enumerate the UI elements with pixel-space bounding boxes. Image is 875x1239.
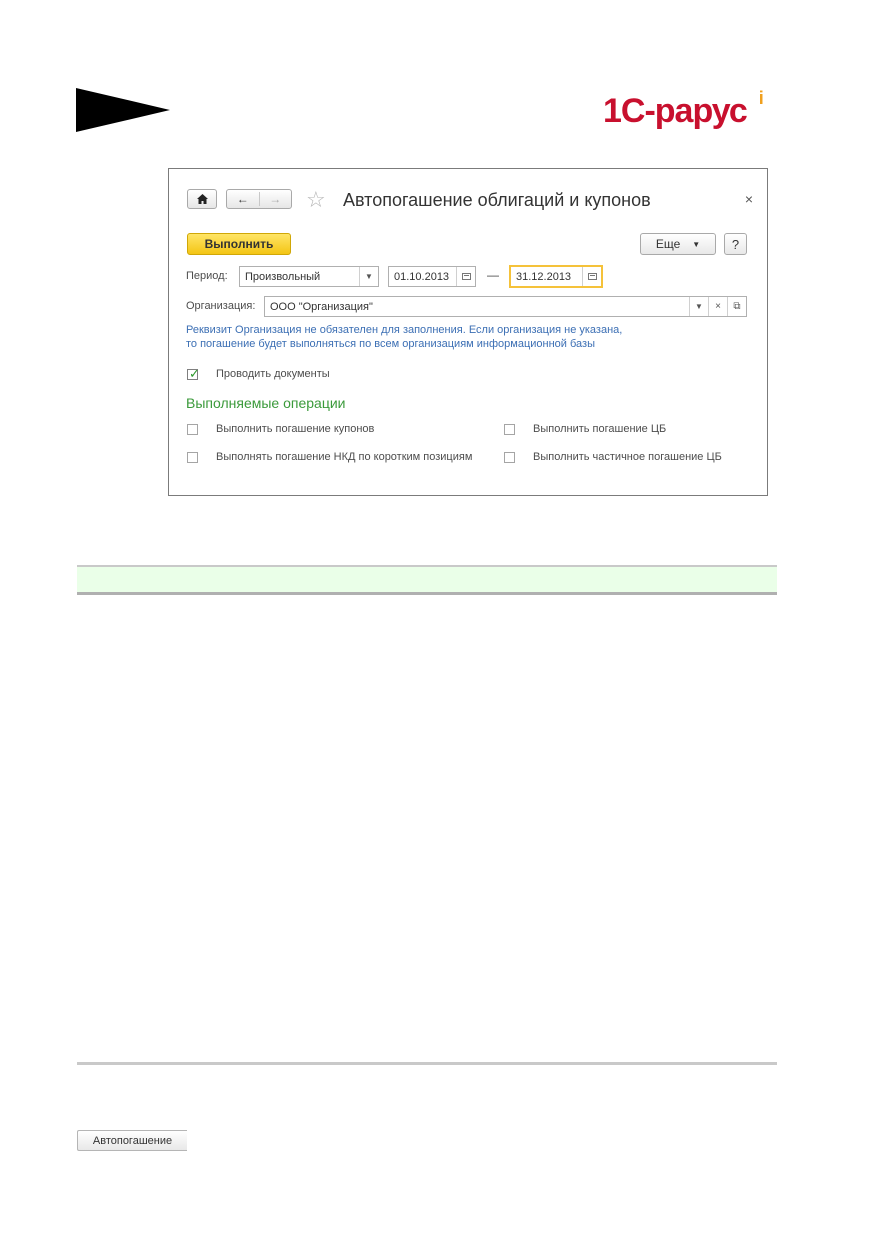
operation-label: Выполнить частичное погашение ЦБ (533, 451, 722, 463)
end-date-value: 31.12.2013 (516, 270, 572, 283)
close-icon[interactable]: × (745, 191, 753, 207)
operations-title: Выполняемые операции (186, 395, 346, 411)
operation-checkbox-coupons[interactable] (187, 424, 198, 435)
calendar-button[interactable] (582, 267, 601, 286)
back-button[interactable]: ← (227, 192, 259, 206)
period-type-select[interactable]: Произвольный ▼ (239, 266, 379, 287)
home-button[interactable] (187, 189, 217, 209)
autoredemption-button[interactable]: Автопогашение (77, 1130, 187, 1151)
logo-mark-icon: i (758, 88, 764, 108)
start-date-field[interactable]: 01.10.2013 (388, 266, 476, 287)
organization-label: Организация: (186, 300, 256, 312)
post-documents-label: Проводить документы (216, 368, 330, 380)
pointer-arrow-icon (76, 88, 170, 132)
operation-label: Выполнить погашение ЦБ (533, 423, 667, 435)
run-button[interactable]: Выполнить (187, 233, 291, 255)
start-date-value: 01.10.2013 (394, 270, 450, 283)
company-logo: 1С-рарус i (603, 88, 764, 130)
open-icon[interactable]: ⧉ (727, 297, 746, 316)
dropdown-arrow-icon[interactable]: ▼ (689, 297, 708, 316)
calendar-button[interactable] (456, 267, 475, 286)
period-label: Период: (186, 270, 228, 282)
chevron-down-icon: ▼ (692, 239, 701, 249)
period-dash: — (487, 268, 499, 282)
checkmark-icon: ✓ (189, 366, 200, 381)
organization-note: Реквизит Организация не обязателен для з… (186, 324, 623, 350)
more-label: Еще (655, 237, 681, 251)
operation-checkbox-partial[interactable] (504, 452, 515, 463)
organization-value: ООО "Организация" (270, 300, 373, 313)
home-icon (196, 194, 208, 204)
window-title: Автопогашение облигаций и купонов (343, 190, 651, 210)
calendar-icon (461, 273, 471, 280)
clear-icon[interactable]: × (708, 297, 727, 316)
operation-checkbox-securities[interactable] (504, 424, 515, 435)
autoredemption-window: ← → ☆ Автопогашение облигаций и купонов … (168, 168, 768, 496)
operation-checkbox-nkd-short[interactable] (187, 452, 198, 463)
operation-label: Выполнить погашение купонов (216, 423, 375, 435)
section-header-bar (77, 565, 777, 595)
divider (77, 1062, 777, 1065)
end-date-field[interactable]: 31.12.2013 (509, 265, 603, 288)
post-documents-checkbox[interactable]: ✓ (187, 366, 200, 381)
navigation-buttons: ← → (226, 189, 292, 209)
operation-label: Выполнять погашение НКД по коротким пози… (216, 451, 473, 463)
help-button[interactable]: ? (724, 233, 747, 255)
dropdown-arrow-icon[interactable]: ▼ (359, 267, 378, 286)
forward-button[interactable]: → (260, 192, 292, 206)
organization-field[interactable]: ООО "Организация" ▼ × ⧉ (264, 296, 747, 317)
favorite-star-icon[interactable]: ☆ (306, 187, 326, 213)
period-type-value: Произвольный (245, 270, 321, 283)
calendar-icon (587, 273, 597, 280)
more-button[interactable]: Еще ▼ (640, 233, 716, 255)
